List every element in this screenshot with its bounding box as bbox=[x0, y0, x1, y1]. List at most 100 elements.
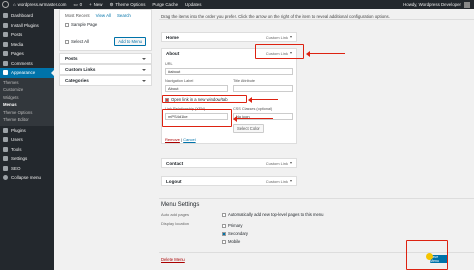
admin-bar: ⌂ wordpress.wrmaster.com ▭ 0 + New ⚙ Theme O… bbox=[0, 0, 474, 9]
sample-page-checkbox[interactable] bbox=[65, 22, 69, 27]
chevron-down-icon[interactable] bbox=[290, 36, 292, 38]
submenu-theme-editor[interactable]: Theme Editor bbox=[0, 116, 54, 124]
admin-sidebar: Dashboard Install Plugins Posts Media Pa… bbox=[0, 9, 54, 270]
plus-icon: + bbox=[89, 2, 92, 7]
select-all-option[interactable]: Select All bbox=[65, 39, 89, 44]
comments-link[interactable]: ▭ 0 bbox=[73, 2, 82, 8]
sidebar-item-settings[interactable]: Settings bbox=[0, 154, 54, 164]
appearance-submenu: Themes Customize Widgets Menus Theme Opt… bbox=[0, 77, 54, 126]
annotation-arrow-icon bbox=[233, 114, 273, 124]
navigation-label-label: Navigation Label bbox=[165, 79, 194, 83]
chevron-down-icon[interactable] bbox=[290, 162, 292, 164]
sidebar-item-pages[interactable]: Pages bbox=[0, 49, 54, 59]
item-actions: Remove | Cancel bbox=[165, 137, 196, 142]
sidebar-item-dashboard[interactable]: Dashboard bbox=[0, 11, 54, 21]
greeting-text[interactable]: Howdy, Wordpress Developer bbox=[403, 2, 461, 7]
dashboard-icon bbox=[3, 13, 8, 19]
cancel-link[interactable]: Cancel bbox=[183, 137, 195, 142]
collapse-icon bbox=[3, 175, 8, 181]
chevron-down-icon[interactable] bbox=[290, 180, 292, 182]
wrench-icon bbox=[3, 146, 8, 152]
submenu-menus[interactable]: Menus bbox=[0, 101, 54, 109]
location-primary[interactable]: Primary bbox=[222, 223, 242, 228]
divider bbox=[159, 198, 474, 199]
annotation-box-relationship bbox=[162, 109, 232, 127]
add-to-menu-button[interactable]: Add to Menu bbox=[114, 37, 146, 46]
new-content-link[interactable]: + New bbox=[89, 2, 102, 7]
pages-tabs: Most Recent View All Search bbox=[60, 10, 151, 21]
menu-settings-heading: Menu Settings bbox=[161, 202, 200, 208]
location-secondary[interactable]: Secondary bbox=[222, 231, 248, 236]
menu-item-contact[interactable]: Contact Custom Link bbox=[161, 158, 297, 168]
categories-accordion[interactable]: Categories bbox=[59, 75, 152, 86]
sidebar-item-users[interactable]: Users bbox=[0, 135, 54, 145]
sidebar-item-install-plugins[interactable]: Install Plugins bbox=[0, 21, 54, 31]
menu-instructions: Drag the items into the order you prefer… bbox=[161, 14, 390, 19]
submenu-customize[interactable]: Customize bbox=[0, 86, 54, 94]
title-attribute-input[interactable] bbox=[233, 85, 293, 92]
pin-icon bbox=[3, 32, 8, 38]
plugin-icon bbox=[3, 22, 8, 28]
theme-options-link[interactable]: ⚙ Theme Options bbox=[109, 2, 145, 8]
divider bbox=[159, 19, 474, 20]
media-icon bbox=[3, 41, 8, 47]
auto-add-option[interactable]: Automatically add new top-level pages to… bbox=[222, 212, 323, 217]
display-location-label: Display location bbox=[161, 221, 190, 226]
url-label: URL bbox=[165, 62, 173, 66]
sample-page-option[interactable]: Sample Page bbox=[60, 21, 151, 28]
avatar[interactable] bbox=[464, 1, 470, 8]
site-name-link[interactable]: ⌂ wordpress.wrmaster.com bbox=[13, 2, 66, 7]
delete-menu-link[interactable]: Delete Menu bbox=[161, 257, 185, 262]
purge-cache-link[interactable]: Purge Cache bbox=[152, 2, 178, 7]
sidebar-item-appearance[interactable]: Appearance bbox=[0, 68, 54, 78]
current-arrow-icon bbox=[51, 70, 54, 76]
remove-link[interactable]: Remove bbox=[165, 137, 180, 142]
tab-view-all[interactable]: View All bbox=[96, 13, 111, 18]
custom-links-accordion[interactable]: Custom Links bbox=[59, 64, 152, 75]
comment-icon: ▭ bbox=[73, 1, 78, 7]
settings-icon bbox=[3, 156, 8, 162]
menu-structure: Drag the items into the order you prefer… bbox=[159, 9, 474, 19]
auto-add-checkbox[interactable] bbox=[222, 212, 226, 217]
menu-item-home[interactable]: Home Custom Link bbox=[161, 32, 297, 42]
tab-search[interactable]: Search bbox=[117, 13, 131, 18]
secondary-checkbox[interactable] bbox=[222, 231, 226, 236]
seo-icon bbox=[3, 165, 8, 171]
annotation-box-about bbox=[255, 44, 304, 59]
cursor-highlight-icon bbox=[426, 253, 433, 260]
sidebar-item-posts[interactable]: Posts bbox=[0, 30, 54, 40]
menu-item-logout[interactable]: Logout Custom Link bbox=[161, 176, 297, 186]
sidebar-item-tools[interactable]: Tools bbox=[0, 145, 54, 155]
pages-box: Most Recent View All Search Sample Page … bbox=[59, 9, 152, 51]
chevron-down-icon bbox=[142, 68, 146, 71]
chevron-down-icon bbox=[142, 79, 146, 82]
sidebar-item-media[interactable]: Media bbox=[0, 40, 54, 50]
annotation-arrow-icon bbox=[306, 49, 345, 59]
navigation-label-input[interactable]: About bbox=[165, 85, 228, 92]
tab-most-recent[interactable]: Most Recent bbox=[65, 13, 90, 18]
primary-checkbox[interactable] bbox=[222, 223, 226, 228]
sidebar-item-seo[interactable]: SEO bbox=[0, 164, 54, 174]
posts-accordion[interactable]: Posts bbox=[59, 53, 152, 64]
submenu-widgets[interactable]: Widgets bbox=[0, 94, 54, 102]
collapse-menu-button[interactable]: Collapse menu bbox=[0, 173, 54, 183]
select-all-checkbox[interactable] bbox=[65, 39, 69, 44]
auto-add-label: Auto add pages bbox=[161, 212, 190, 217]
location-mobile[interactable]: Mobile bbox=[222, 239, 240, 244]
home-icon: ⌂ bbox=[13, 2, 16, 7]
wordpress-logo-icon[interactable] bbox=[2, 1, 9, 8]
comment-icon bbox=[3, 60, 8, 66]
plugin-icon bbox=[3, 127, 8, 133]
updates-link[interactable]: Updates bbox=[185, 2, 201, 7]
submenu-themes[interactable]: Themes bbox=[0, 79, 54, 87]
submenu-theme-options[interactable]: Theme Options bbox=[0, 109, 54, 117]
chevron-down-icon bbox=[142, 57, 146, 60]
mobile-checkbox[interactable] bbox=[222, 239, 226, 244]
brush-icon bbox=[3, 70, 8, 76]
sidebar-item-comments[interactable]: Comments bbox=[0, 59, 54, 69]
select-color-button[interactable]: Select Color bbox=[233, 124, 264, 133]
url-input[interactable]: #about bbox=[165, 68, 293, 75]
sidebar-item-plugins[interactable]: Plugins bbox=[0, 126, 54, 136]
users-icon bbox=[3, 137, 8, 143]
css-classes-label: CSS Classes (optional) bbox=[233, 107, 273, 111]
